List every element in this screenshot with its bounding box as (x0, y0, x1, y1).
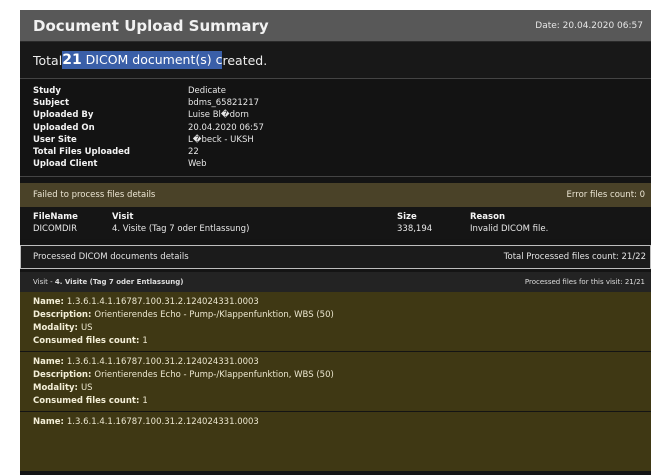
modality-label: Modality: (33, 323, 78, 334)
doc-description-line: Description: Orientierendes Echo - Pump-/… (33, 369, 638, 382)
info-value: bdms_65821217 (188, 98, 260, 109)
info-value: L�beck - UKSH (188, 134, 254, 145)
doc-name-line: Name: 1.3.6.1.4.1.16787.100.31.2.12402433… (33, 295, 638, 308)
info-row-total-files: Total Files Uploaded 22 (33, 146, 638, 158)
info-row-study: Study Dedicate (33, 85, 638, 97)
page-title: Document Upload Summary (33, 16, 269, 35)
info-label: Uploaded By (33, 110, 94, 121)
processed-documents-header: Processed DICOM documents details Total … (20, 245, 651, 270)
cell-size: 338,194 (397, 224, 433, 235)
upload-summary-window: Document Upload Summary Date: 20.04.2020… (20, 10, 651, 475)
doc-modality: US (80, 323, 93, 334)
doc-consumed-count: 1 (142, 396, 148, 407)
info-value: Web (188, 159, 207, 170)
doc-description: Orientierendes Echo - Pump-/Klappenfunkt… (94, 310, 334, 321)
summary-highlight: DICOM document(s) c (81, 52, 223, 67)
failed-files-title: Failed to process files details (33, 190, 156, 201)
info-value: Dedicate (188, 86, 226, 97)
upload-info-table: Study Dedicate Subject bdms_65821217 Upl… (20, 79, 651, 178)
column-header-reason: Reason (470, 211, 505, 222)
document-entry: Name: 1.3.6.1.4.1.16787.100.31.2.12402433… (20, 352, 651, 413)
column-header-visit: Visit (112, 211, 134, 222)
document-count: 21 (62, 52, 82, 68)
selected-text[interactable]: 21 DICOM document(s) c (62, 51, 223, 69)
info-row-upload-client: Upload Client Web (33, 158, 638, 170)
doc-name: 1.3.6.1.4.1.16787.100.31.2.124024331.000… (66, 296, 259, 307)
column-header-size: Size (397, 211, 417, 222)
doc-consumed-line: Consumed files count: 1 (33, 335, 638, 348)
description-label: Description: (33, 370, 92, 381)
doc-modality: US (80, 383, 93, 394)
info-value: Luise Bl�dorn (188, 110, 249, 121)
document-entry: Name: 1.3.6.1.4.1.16787.100.31.2.12402433… (20, 292, 651, 353)
doc-name-line: Name: 1.3.6.1.4.1.16787.100.31.2.12402433… (33, 415, 638, 428)
summary-suffix: reated. (222, 52, 268, 68)
name-label: Name: (33, 296, 64, 307)
document-entry: Name: 1.3.6.1.4.1.16787.100.31.2.12402433… (20, 412, 651, 473)
visit-name: 4. Visite (Tag 7 oder Entlassung) (54, 278, 184, 287)
failed-files-header: Failed to process files details Error fi… (20, 183, 651, 208)
name-label: Name: (33, 416, 64, 427)
doc-name: 1.3.6.1.4.1.16787.100.31.2.124024331.000… (66, 356, 259, 367)
error-files-count: Error files count: 0 (566, 190, 645, 201)
doc-name-line: Name: 1.3.6.1.4.1.16787.100.31.2.12402433… (33, 355, 638, 368)
info-row-uploaded-on: Uploaded On 20.04.2020 06:57 (33, 122, 638, 134)
doc-modality-line: Modality: US (33, 382, 638, 395)
info-row-user-site: User Site L�beck - UKSH (33, 134, 638, 146)
consumed-label: Consumed files count: (33, 396, 140, 407)
info-value: 20.04.2020 06:57 (188, 122, 264, 133)
info-label: Total Files Uploaded (33, 147, 131, 158)
doc-consumed-count: 1 (142, 336, 148, 347)
description-label: Description: (33, 310, 92, 321)
table-row: DICOMDIR 4. Visite (Tag 7 oder Entlassun… (33, 223, 638, 236)
column-header-filename: FileName (33, 211, 78, 222)
total-documents-summary: Total 21 DICOM document(s) c reated. (20, 42, 651, 79)
name-label: Name: (33, 356, 64, 367)
failed-files-table: FileName Visit Size Reason DICOMDIR 4. V… (20, 207, 651, 240)
table-header-row: FileName Visit Size Reason (33, 210, 638, 223)
summary-prefix: Total (33, 52, 63, 68)
info-label: Subject (33, 98, 70, 109)
info-label: Uploaded On (33, 122, 95, 133)
consumed-label: Consumed files count: (33, 336, 140, 347)
doc-description-line: Description: Orientierendes Echo - Pump-/… (33, 309, 638, 322)
total-processed-count: Total Processed files count: 21/22 (503, 252, 646, 263)
cell-filename: DICOMDIR (33, 224, 77, 235)
processed-documents-title: Processed DICOM documents details (33, 252, 189, 263)
doc-modality-line: Modality: US (33, 322, 638, 335)
modality-label: Modality: (33, 383, 78, 394)
visit-processed-count: Processed files for this visit: 21/21 (524, 278, 645, 287)
visit-header: Visit - 4. Visite (Tag 7 oder Entlassung… (20, 272, 651, 293)
info-label: User Site (33, 134, 77, 145)
info-value: 22 (188, 147, 199, 158)
upload-date: Date: 20.04.2020 06:57 (535, 20, 643, 31)
info-row-subject: Subject bdms_65821217 (33, 97, 638, 109)
info-row-uploaded-by: Uploaded By Luise Bl�dorn (33, 109, 638, 121)
info-label: Study (33, 86, 61, 97)
doc-name: 1.3.6.1.4.1.16787.100.31.2.124024331.000… (66, 416, 259, 427)
cell-visit: 4. Visite (Tag 7 oder Entlassung) (112, 224, 250, 235)
doc-description: Orientierendes Echo - Pump-/Klappenfunkt… (94, 370, 334, 381)
doc-consumed-line: Consumed files count: 1 (33, 395, 638, 408)
cell-reason: Invalid DICOM file. (470, 224, 549, 235)
visit-title: Visit - 4. Visite (Tag 7 oder Entlassung… (33, 278, 183, 286)
visit-prefix: Visit - (33, 278, 55, 287)
title-bar: Document Upload Summary Date: 20.04.2020… (20, 10, 651, 42)
info-label: Upload Client (33, 159, 98, 170)
